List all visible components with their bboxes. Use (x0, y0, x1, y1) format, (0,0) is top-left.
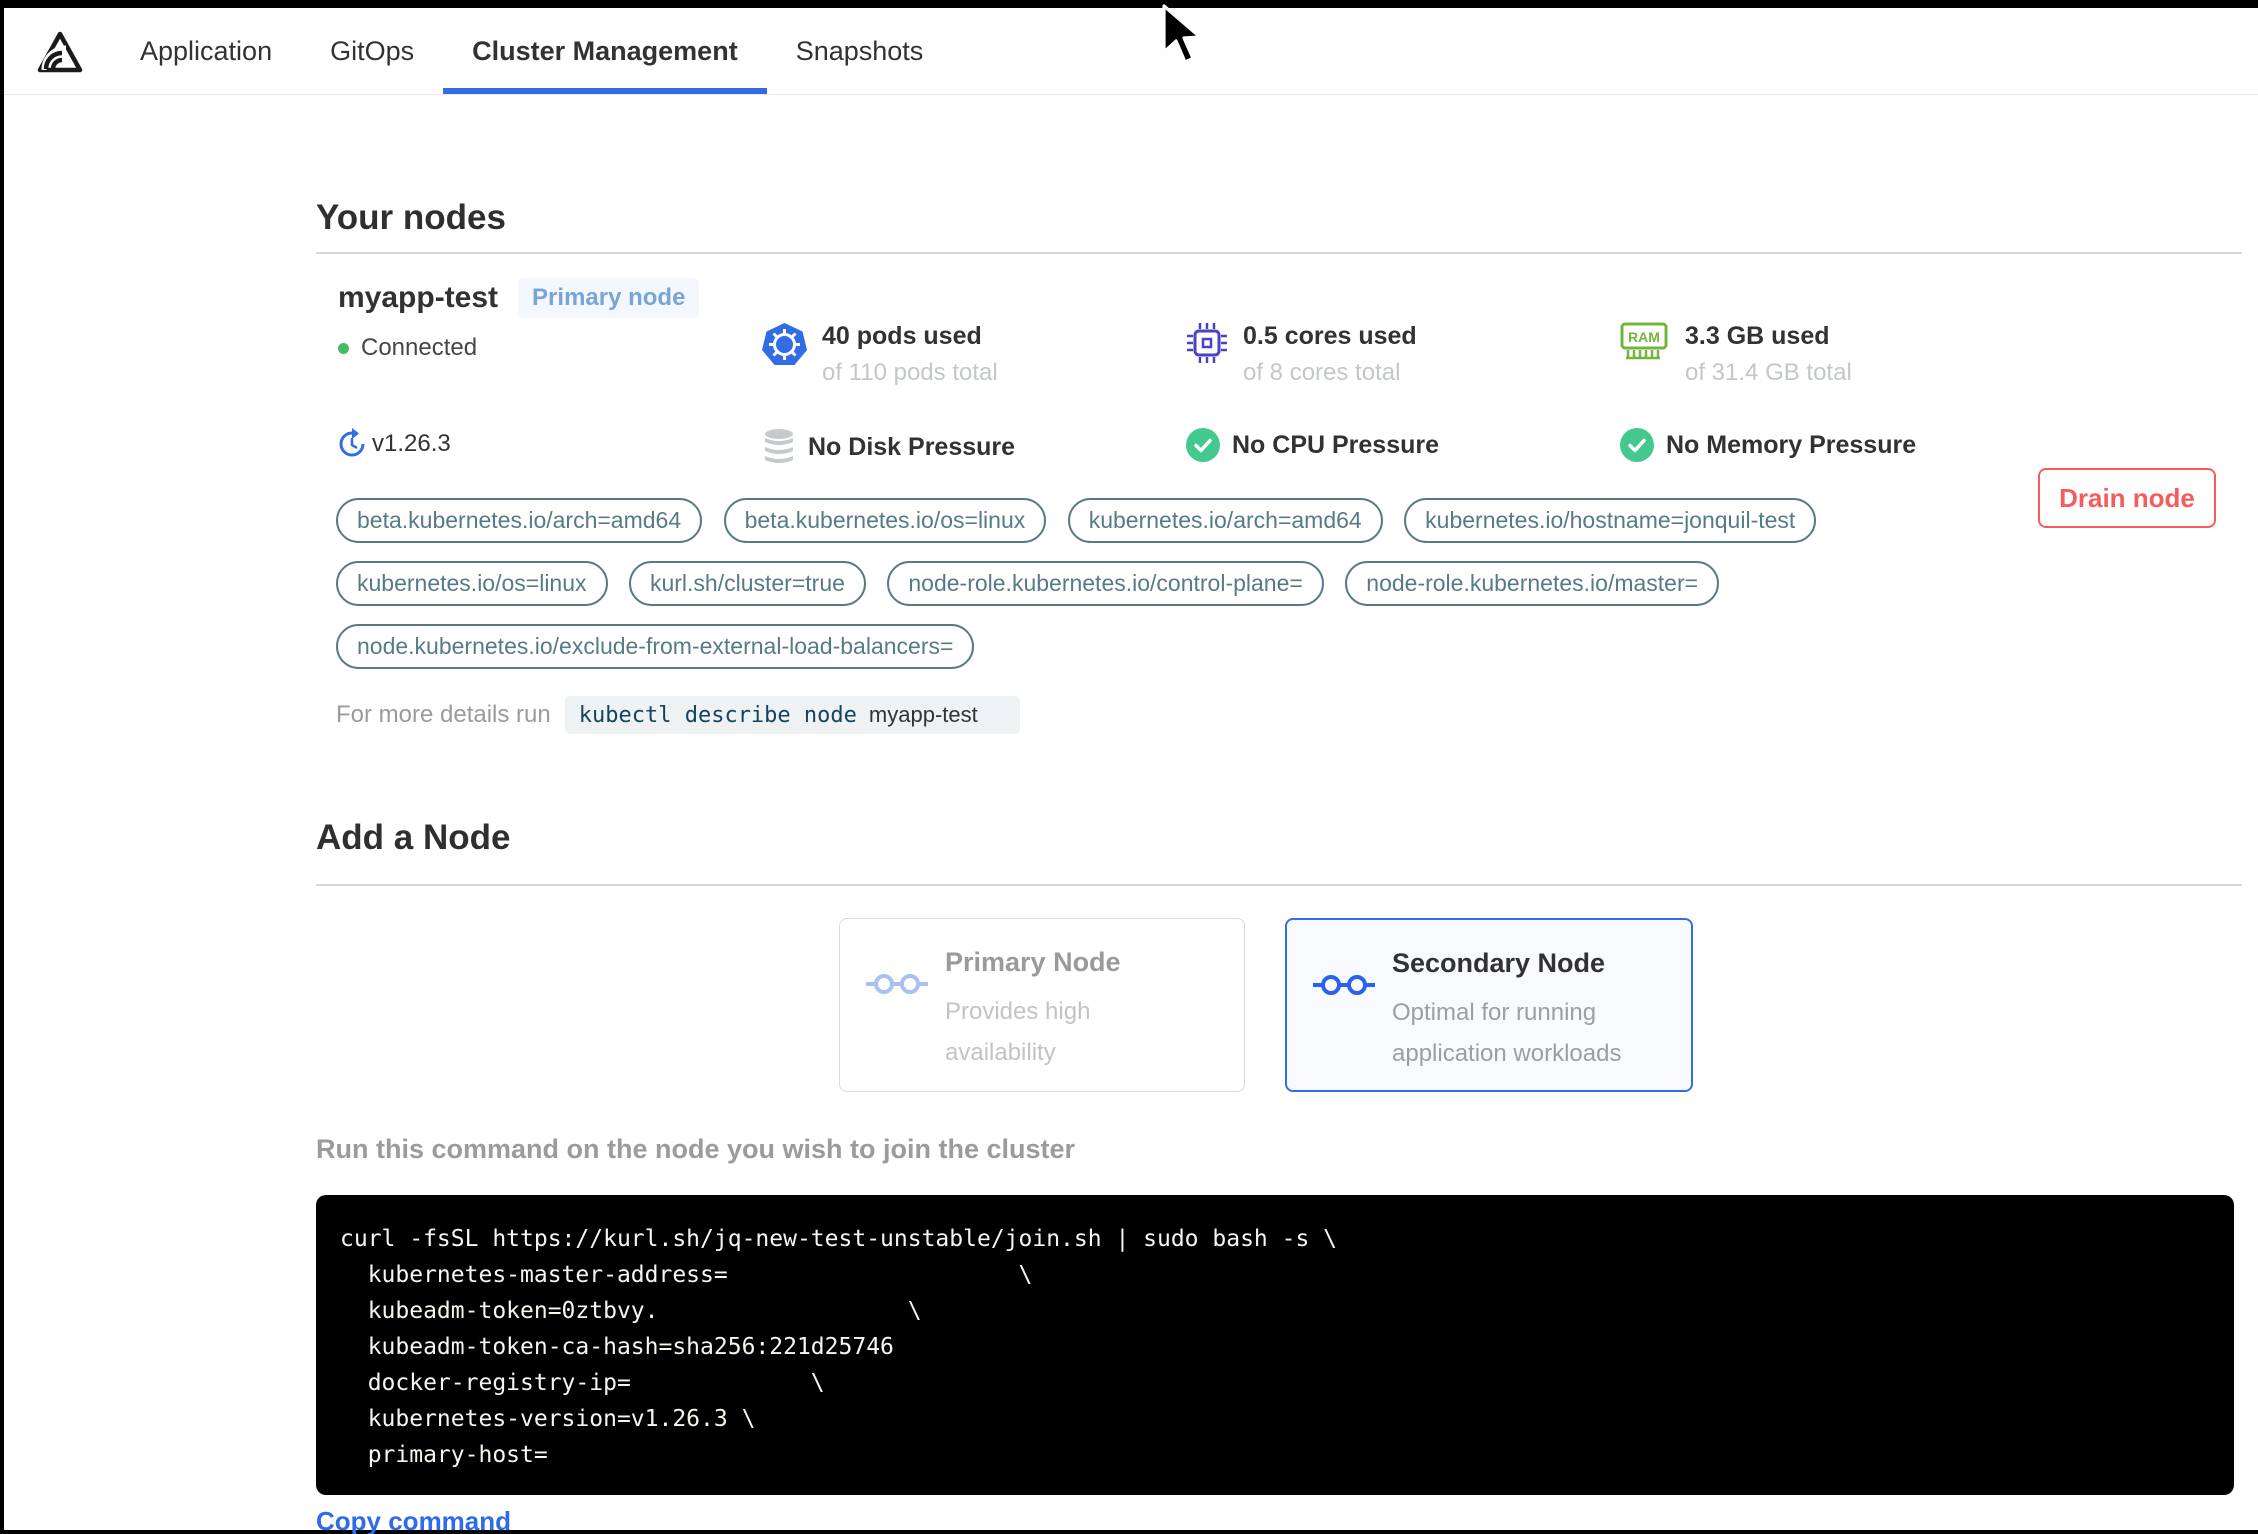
replicated-logo-icon (37, 31, 83, 73)
secondary-node-option-title: Secondary Node (1392, 948, 1606, 978)
disk-pressure-label: No Disk Pressure (808, 432, 1016, 461)
version-update-icon (339, 428, 365, 457)
join-command-line: kubernetes-master-address= \ (340, 1262, 1033, 1288)
node-header: myapp-test Primary node (338, 278, 700, 318)
disk-icon (765, 429, 793, 463)
memory-pressure-label: No Memory Pressure (1666, 430, 1917, 459)
linked-nodes-icon (1313, 975, 1375, 995)
join-command-line: primary-host= (340, 1442, 548, 1468)
check-icon (1186, 428, 1220, 462)
join-command-line: docker-registry-ip= \ (340, 1370, 825, 1396)
node-label-pill: beta.kubernetes.io/arch=amd64 (336, 498, 703, 543)
secondary-node-option-card[interactable]: Secondary Node Optimal for running appli… (1285, 918, 1693, 1092)
cpu-pressure-label: No CPU Pressure (1232, 430, 1440, 459)
memory-used-value: 3.3 GB used (1685, 322, 1830, 350)
svg-text:RAM: RAM (1628, 329, 1660, 345)
cluster-management-page: Application GitOps Cluster Management Sn… (0, 0, 2258, 1534)
linked-nodes-icon (866, 974, 928, 994)
primary-node-option-description: Provides high availability (945, 998, 1091, 1066)
join-command-line: kubeadm-token-ca-hash=sha256:221d25746 (340, 1334, 894, 1360)
status-label: Connected (361, 334, 478, 361)
connected-dot-icon (338, 342, 349, 354)
node-label-pill: node-role.kubernetes.io/master= (1345, 561, 1720, 606)
kubectl-command-text: kubectl describe node (578, 702, 857, 728)
join-instruction-label: Run this command on the node you wish to… (316, 1134, 1076, 1164)
details-hint-row: For more details run kubectl describe no… (336, 696, 1020, 734)
node-name: myapp-test (338, 281, 499, 314)
node-label-pill: kubernetes.io/os=linux (336, 561, 608, 606)
add-node-title: Add a Node (316, 818, 511, 857)
memory-pressure-condition: No Memory Pressure (1620, 428, 1916, 462)
section-divider (316, 252, 2242, 254)
node-status: Connected (338, 334, 477, 362)
ram-icon: RAM (1620, 322, 1668, 360)
your-nodes-title: Your nodes (316, 198, 506, 237)
check-icon (1620, 428, 1654, 462)
disk-pressure-condition: No Disk Pressure (762, 428, 1015, 466)
mouse-cursor (1162, 4, 1202, 64)
node-version: v1.26.3 (336, 428, 451, 460)
cores-total-value: of 8 cores total (1243, 359, 1401, 386)
join-command-block: curl -fsSL https://kurl.sh/jq-new-test-u… (316, 1195, 2234, 1495)
node-label-pill: kurl.sh/cluster=true (628, 561, 866, 606)
tab-snapshots[interactable]: Snapshots (767, 8, 953, 94)
memory-stat: RAM 3.3 GB used of 31.4 GB total (1620, 322, 1852, 387)
node-label-pill: node.kubernetes.io/exclude-from-external… (336, 624, 975, 669)
tab-gitops[interactable]: GitOps (301, 8, 443, 94)
kubernetes-icon (762, 323, 807, 365)
node-label-pill: beta.kubernetes.io/os=linux (723, 498, 1047, 543)
version-label: v1.26.3 (372, 430, 451, 457)
pods-total-value: of 110 pods total (822, 359, 998, 386)
cores-used-value: 0.5 cores used (1243, 322, 1417, 350)
primary-node-option-card[interactable]: Primary Node Provides high availability (839, 918, 1245, 1092)
node-label-pill: kubernetes.io/hostname=jonquil-test (1404, 498, 1817, 543)
screen-edge-left (0, 0, 4, 1534)
node-labels: beta.kubernetes.io/arch=amd64 beta.kuber… (336, 498, 1936, 687)
nav-tabs: Application GitOps Cluster Management Sn… (111, 8, 952, 94)
primary-node-option-title: Primary Node (945, 947, 1121, 977)
top-nav: Application GitOps Cluster Management Sn… (4, 8, 2258, 95)
cpu-pressure-condition: No CPU Pressure (1186, 428, 1439, 462)
section-divider (316, 884, 2242, 886)
pods-stat: 40 pods used of 110 pods total (762, 322, 998, 387)
drain-node-button[interactable]: Drain node (2038, 468, 2216, 528)
cores-stat: 0.5 cores used of 8 cores total (1186, 322, 1417, 387)
node-label-pill: node-role.kubernetes.io/control-plane= (887, 561, 1324, 606)
details-hint-label: For more details run (336, 701, 551, 728)
memory-total-value: of 31.4 GB total (1685, 359, 1852, 386)
secondary-node-option-description: Optimal for running application workload… (1392, 999, 1622, 1067)
primary-node-badge: Primary node (518, 278, 700, 318)
cpu-icon (1187, 323, 1227, 363)
pods-used-value: 40 pods used (822, 322, 982, 350)
tab-cluster-management[interactable]: Cluster Management (443, 8, 767, 94)
join-command-line: kubeadm-token=0ztbvy. \ (340, 1298, 922, 1324)
copy-command-link[interactable]: Copy command (316, 1506, 511, 1534)
screen-edge-top (0, 0, 2258, 8)
node-label-pill: kubernetes.io/arch=amd64 (1067, 498, 1383, 543)
kubectl-command-node: myapp-test (868, 702, 978, 727)
describe-node-command: kubectl describe node myapp-test (564, 696, 1020, 734)
join-command-line: curl -fsSL https://kurl.sh/jq-new-test-u… (340, 1226, 1337, 1252)
tab-application[interactable]: Application (111, 8, 301, 94)
join-command-line: kubernetes-version=v1.26.3 \ (340, 1406, 756, 1432)
